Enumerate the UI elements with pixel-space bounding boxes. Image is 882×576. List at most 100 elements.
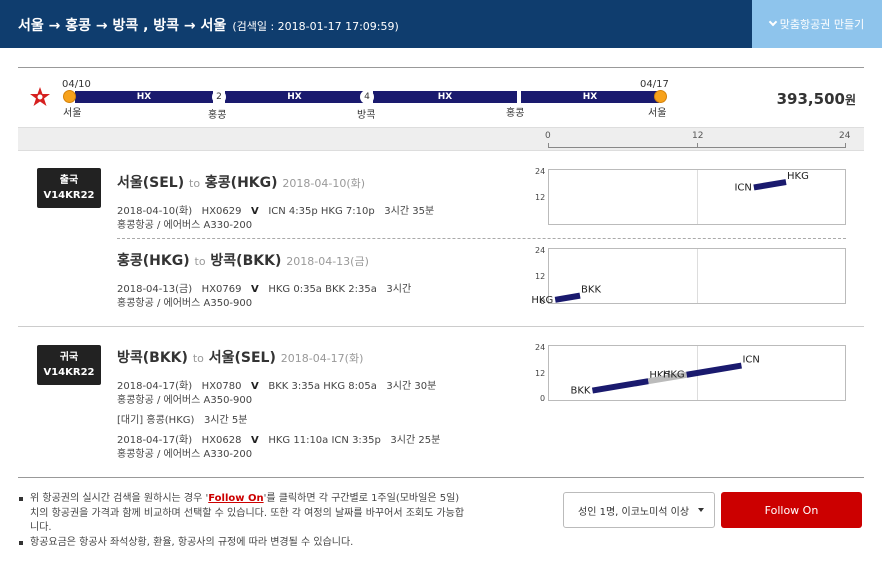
custom-ticket-label: 맞춤항공권 만들기 (779, 18, 865, 31)
segment-3-to: 서울(SEL) (208, 350, 276, 366)
price-currency: 원 (844, 93, 856, 107)
segment-1-to: 홍콩(HKG) (204, 175, 278, 191)
summary-end-date: 04/17 (640, 79, 669, 90)
leg1-duration: 3시간 30분 (386, 381, 437, 392)
leg2-times: HKG 11:10a ICN 3:35p (268, 435, 381, 446)
segment-2-from: 홍콩(HKG) (117, 253, 190, 269)
segment-2-title: 홍콩(HKG) to 방콕(BKK) 2018-04-13(금) (117, 250, 369, 270)
custom-ticket-button[interactable]: 맞춤항공권 만들기 (752, 0, 882, 48)
note-item-1: 위 항공권의 실시간 검색을 원하시는 경우 'Follow On'를 클릭하면… (18, 492, 468, 536)
segment-2-to: 방콕(BKK) (210, 253, 282, 269)
leg1-times: BKK 3:35a HKG 8:05a (268, 381, 377, 392)
passenger-class-value: 성인 1명, 이코노미석 이상 (578, 506, 690, 518)
segment-origin-label: ICN (734, 182, 751, 193)
chart3-y-12: 12 (535, 369, 546, 378)
notes-list: 위 항공권의 실시간 검색을 원하시는 경우 'Follow On'를 클릭하면… (18, 492, 468, 550)
summary-city-4: 홍콩 (506, 108, 525, 119)
leg2-duration: 3시간 25분 (390, 435, 441, 446)
flight-segment-line (554, 292, 581, 303)
segment-1-timeline-svg: ICN HKG (734, 171, 809, 193)
segment-1-times: ICN 4:35p HKG 7:10p (268, 206, 375, 217)
segment-1-date: 2018-04-10(화) (282, 177, 366, 190)
segment-destination-label: HKG (787, 171, 809, 182)
passenger-class-select[interactable]: 성인 1명, 이코노미석 이상 (563, 492, 715, 528)
axis-tick-12 (697, 143, 698, 148)
chart2-y-24: 24 (535, 246, 546, 255)
segment-destination-label: ICN (742, 355, 759, 366)
stop-node-1: 2 (212, 90, 226, 104)
segment-1-class: V (251, 206, 259, 217)
segment-3-leg1-detail: 2018-04-17(화) HX0780 V BKK 3:35a HKG 8:0… (117, 377, 436, 392)
chart3-y-24: 24 (535, 343, 546, 352)
end-dot (654, 90, 667, 103)
segment-2-detail: 2018-04-13(금) HX0769 V HKG 0:35a BKK 2:3… (117, 280, 411, 295)
segment-3-date: 2018-04-17(화) (280, 352, 364, 365)
segment-origin-label: HKG (663, 370, 685, 381)
price-value: 393,500 (776, 90, 845, 108)
segment-2-class: V (251, 284, 259, 295)
summary-start-date: 04/10 (62, 79, 91, 90)
summary-bar-1: HX (75, 91, 213, 103)
segment-3-from: 방콕(BKK) (117, 350, 188, 366)
segment-3-leg2-detail: 2018-04-17(화) HX0628 V HKG 11:10a ICN 3:… (117, 431, 440, 446)
segment-3-timeline-svg: BKKHKGHKGICN (570, 355, 759, 397)
caret-down-icon (698, 508, 704, 512)
chevron-down-icon (768, 17, 778, 27)
inbound-badge: 귀국 V14KR22 (37, 345, 101, 385)
note1-follow-on-link[interactable]: Follow On (208, 493, 263, 504)
axis-tick-24 (845, 143, 846, 148)
segment-divider (117, 238, 846, 239)
segment-destination-label: BKK (581, 285, 601, 296)
outbound-badge-code: V14KR22 (43, 190, 95, 201)
segment-2-airline: 홍콩항공 / 에어버스 A350-900 (117, 298, 253, 309)
layover-info: [대기] 홍콩(HKG) 3시간 5분 (117, 415, 248, 426)
leg1-class: V (251, 381, 259, 392)
route-text: 서울 → 홍콩 → 방콕 , 방콕 → 서울 (18, 18, 227, 34)
segment-1-airline: 홍콩항공 / 에어버스 A330-200 (117, 220, 253, 231)
segment-origin-label: HKG (531, 295, 553, 306)
leg2-class: V (251, 435, 259, 446)
segment-origin-label: BKK (570, 386, 590, 397)
chart1-y-12: 12 (535, 193, 546, 202)
header: 서울 → 홍콩 → 방콕 , 방콕 → 서울 (검색일 : 2018-01-17 … (0, 0, 882, 48)
inbound-badge-code: V14KR22 (43, 367, 95, 378)
segment-3-title: 방콕(BKK) to 서울(SEL) 2018-04-17(화) (117, 347, 363, 367)
segment-2-timeline-svg: HKG BKK (531, 285, 601, 306)
segment-2-duration: 3시간 (386, 284, 412, 295)
search-date: (검색일 : 2018-01-17 17:09:59) (232, 20, 399, 33)
segment-1-to-word: to (189, 177, 201, 190)
segment-1-duration: 3시간 35분 (384, 206, 435, 217)
flight-segment-line (686, 362, 742, 378)
axis-label-24: 24 (839, 131, 851, 141)
chart3-y-0: 0 (540, 394, 546, 403)
axis-label-0: 0 (545, 131, 551, 141)
follow-on-button[interactable]: Follow On (721, 492, 862, 528)
outbound-badge-type: 출국 (59, 175, 79, 186)
total-price: 393,500원 (777, 90, 856, 108)
segment-3-leg1-airline: 홍콩항공 / 에어버스 A350-900 (117, 395, 253, 406)
segment-1-title: 서울(SEL) to 홍콩(HKG) 2018-04-10(화) (117, 172, 365, 192)
note1-before: 위 항공권의 실시간 검색을 원하시는 경우 ' (30, 493, 209, 504)
summary-city-3: 방콕 (357, 110, 376, 121)
divider-mid (18, 326, 864, 327)
divider-top (18, 67, 864, 68)
summary-bar-3: HX (373, 91, 517, 103)
outbound-badge: 출국 V14KR22 (37, 168, 101, 208)
flight-segment-line (591, 378, 649, 394)
axis-tick-0 (548, 143, 549, 148)
inbound-badge-type: 귀국 (59, 352, 79, 363)
note-item-2: 항공요금은 항공사 좌석상황, 환율, 항공사의 규정에 따라 변경될 수 있습… (18, 536, 468, 551)
chart2-y-12: 12 (535, 272, 546, 281)
summary-city-1: 서울 (63, 108, 82, 119)
stop-node-2: 4 (360, 90, 374, 104)
summary-city-5: 서울 (648, 108, 667, 119)
segment-1-detail: 2018-04-10(화) HX0629 V ICN 4:35p HKG 7:1… (117, 202, 434, 217)
flight-segment-line (753, 179, 787, 191)
summary-city-2: 홍콩 (208, 110, 227, 121)
airline-logo-icon (29, 86, 51, 112)
segment-2-date: 2018-04-13(금) (286, 255, 369, 268)
route-title: 서울 → 홍콩 → 방콕 , 방콕 → 서울 (검색일 : 2018-01-17 … (18, 15, 399, 35)
summary-bar-2: HX (225, 91, 364, 103)
summary-bar-4: HX (521, 91, 659, 103)
segment-2-to-word: to (194, 255, 206, 268)
